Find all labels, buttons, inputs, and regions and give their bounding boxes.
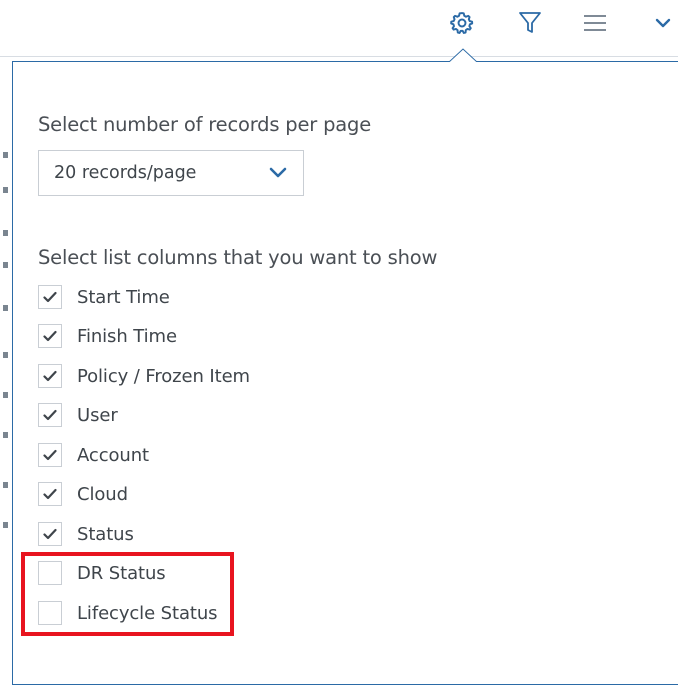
column-option[interactable]: Lifecycle Status <box>38 599 218 627</box>
checkbox-checked[interactable] <box>38 285 62 309</box>
column-option[interactable]: Account <box>38 441 149 469</box>
checkbox-unchecked[interactable] <box>38 561 62 585</box>
column-option-label: Finish Time <box>77 325 177 347</box>
column-option[interactable]: DR Status <box>38 559 166 587</box>
popover-arrow <box>449 48 477 62</box>
filter-icon[interactable] <box>515 8 545 38</box>
checkmark-icon <box>43 330 57 342</box>
column-option-label: DR Status <box>77 562 166 584</box>
background-row-marker <box>3 230 8 236</box>
gear-icon[interactable] <box>447 8 477 38</box>
background-row-marker <box>3 305 8 311</box>
background-row-marker <box>3 187 8 193</box>
chevron-down-icon[interactable] <box>648 8 678 38</box>
checkmark-icon <box>43 370 57 382</box>
column-option-label: Lifecycle Status <box>77 602 218 624</box>
background-row-marker <box>3 262 8 268</box>
checkbox-checked[interactable] <box>38 324 62 348</box>
columns-label: Select list columns that you want to sho… <box>38 246 438 269</box>
toolbar-divider <box>0 56 678 57</box>
checkbox-checked[interactable] <box>38 482 62 506</box>
checkmark-icon <box>43 291 57 303</box>
checkbox-checked[interactable] <box>38 403 62 427</box>
checkmark-icon <box>43 488 57 500</box>
column-option[interactable]: Status <box>38 520 134 548</box>
checkmark-icon <box>43 528 57 540</box>
background-row-marker <box>3 522 8 528</box>
column-option-label: Status <box>77 523 134 545</box>
background-row-marker <box>3 352 8 358</box>
column-option-label: Cloud <box>77 483 128 505</box>
column-option-label: User <box>77 404 118 426</box>
checkmark-icon <box>43 449 57 461</box>
background-row-marker <box>3 482 8 488</box>
menu-icon[interactable] <box>580 8 610 38</box>
column-option-label: Policy / Frozen Item <box>77 365 250 387</box>
background-row-marker <box>3 392 8 398</box>
checkbox-checked[interactable] <box>38 522 62 546</box>
column-option[interactable]: Start Time <box>38 283 170 311</box>
records-per-page-value: 20 records/page <box>54 163 197 183</box>
background-row-marker <box>3 152 8 158</box>
page: Select number of records per page 20 rec… <box>0 0 678 688</box>
records-per-page-label: Select number of records per page <box>38 113 371 136</box>
records-per-page-select[interactable]: 20 records/page <box>38 150 304 196</box>
background-row-marker <box>3 432 8 438</box>
chevron-down-icon <box>267 163 289 183</box>
checkbox-unchecked[interactable] <box>38 601 62 625</box>
column-option[interactable]: Policy / Frozen Item <box>38 362 250 390</box>
checkbox-checked[interactable] <box>38 364 62 388</box>
checkbox-checked[interactable] <box>38 443 62 467</box>
column-option[interactable]: User <box>38 401 118 429</box>
column-option-label: Start Time <box>77 286 170 308</box>
column-option[interactable]: Cloud <box>38 480 128 508</box>
column-option[interactable]: Finish Time <box>38 322 177 350</box>
checkmark-icon <box>43 409 57 421</box>
column-option-label: Account <box>77 444 149 466</box>
